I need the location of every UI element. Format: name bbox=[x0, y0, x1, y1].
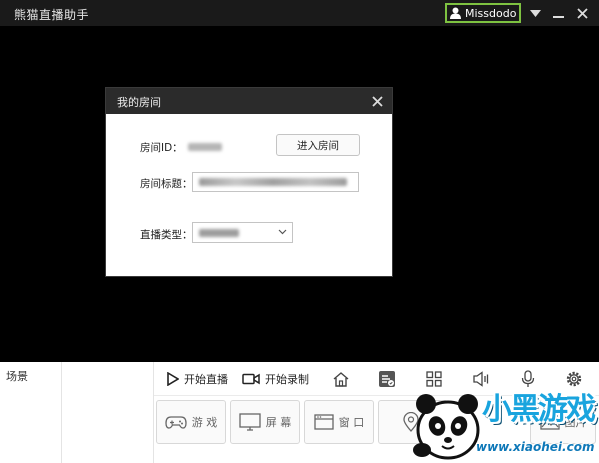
source-window-label: 窗 口 bbox=[338, 416, 365, 429]
watermark-brand: 小黑游戏 bbox=[482, 392, 596, 427]
close-icon bbox=[371, 95, 383, 107]
dialog-close-button[interactable] bbox=[368, 92, 386, 110]
app-title: 熊猫直播助手 bbox=[14, 8, 90, 22]
home-button[interactable] bbox=[330, 368, 352, 390]
dialog-title: 我的房间 bbox=[117, 96, 161, 109]
close-button[interactable] bbox=[572, 3, 592, 23]
danmaku-icon bbox=[379, 371, 395, 387]
minimize-icon bbox=[552, 15, 564, 18]
my-room-dialog: 我的房间 房间ID： 进入房间 房间标题： 直播类型： bbox=[105, 87, 393, 277]
menu-dropdown-button[interactable] bbox=[525, 3, 545, 23]
scene-panel: 场景 bbox=[0, 362, 62, 463]
home-icon bbox=[333, 371, 349, 387]
user-icon bbox=[450, 7, 461, 19]
source-game-label: 游 戏 bbox=[191, 416, 218, 429]
danmaku-button[interactable] bbox=[376, 368, 398, 390]
dialog-header: 我的房间 bbox=[106, 88, 392, 114]
window-icon bbox=[314, 414, 334, 430]
source-screen-label: 屏 幕 bbox=[265, 416, 292, 429]
monitor-icon bbox=[239, 413, 261, 431]
room-title-input[interactable] bbox=[192, 172, 359, 192]
minimize-button[interactable] bbox=[548, 3, 568, 23]
live-type-value-blurred bbox=[199, 229, 239, 237]
live-type-label: 直播类型： bbox=[140, 229, 193, 241]
play-icon bbox=[167, 372, 179, 386]
dropdown-triangle-icon bbox=[529, 9, 541, 17]
start-record-button[interactable]: 开始录制 bbox=[242, 368, 309, 390]
close-icon bbox=[576, 7, 588, 19]
room-title-value-blurred bbox=[199, 178, 347, 186]
live-type-select[interactable] bbox=[192, 222, 293, 243]
gamepad-icon bbox=[165, 416, 187, 429]
source-window-button[interactable]: 窗 口 bbox=[304, 400, 374, 444]
source-screen-button[interactable]: 屏 幕 bbox=[230, 400, 300, 444]
watermark-url: www.xiaohei.com bbox=[476, 440, 595, 454]
start-live-label: 开始直播 bbox=[184, 373, 228, 386]
enter-room-button[interactable]: 进入房间 bbox=[276, 134, 360, 156]
username: Missdodo bbox=[465, 6, 517, 20]
site-watermark: 小黑游戏 www.xiaohei.com bbox=[408, 378, 599, 463]
title-bar: 熊猫直播助手 Missdodo bbox=[0, 0, 599, 26]
room-id-value-blurred bbox=[188, 143, 222, 151]
room-id-label: 房间ID： bbox=[140, 142, 183, 154]
room-title-label: 房间标题： bbox=[140, 178, 193, 190]
chevron-down-icon bbox=[278, 229, 287, 235]
user-account-button[interactable]: Missdodo bbox=[445, 3, 521, 23]
scene-label: 场景 bbox=[6, 370, 28, 383]
scene-list[interactable] bbox=[62, 362, 154, 463]
start-record-label: 开始录制 bbox=[265, 373, 309, 386]
video-camera-icon bbox=[242, 373, 260, 385]
source-game-button[interactable]: 游 戏 bbox=[156, 400, 226, 444]
start-live-button[interactable]: 开始直播 bbox=[166, 368, 228, 390]
